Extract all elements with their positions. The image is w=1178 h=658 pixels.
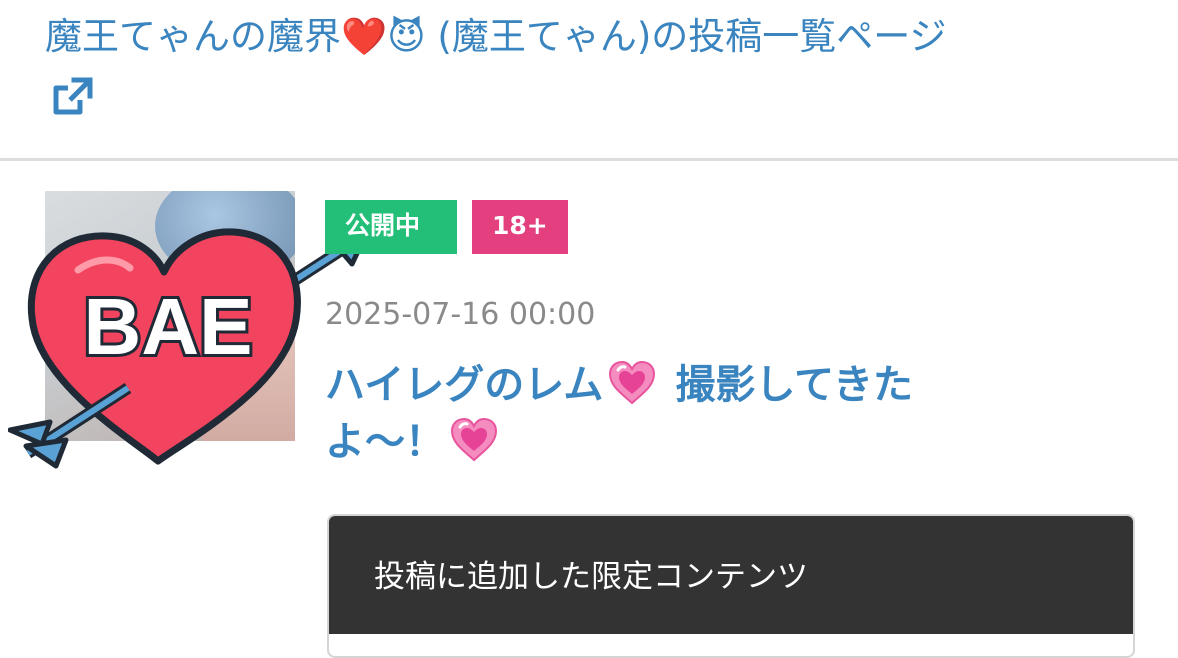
creator-posts-link[interactable]: 魔王てゃんの魔界❤️😈 (魔王てゃん)の投稿一覧ページ: [45, 12, 1135, 62]
public-status-badge: 公開中: [325, 200, 457, 254]
post-date: 2025-07-16 00:00: [325, 297, 596, 332]
page-header: 魔王てゃんの魔界❤️😈 (魔王てゃん)の投稿一覧ページ: [0, 0, 1178, 161]
bae-heart-sticker: BAE: [8, 223, 373, 469]
growing-heart-icon: [450, 417, 498, 462]
post-title-link[interactable]: ハイレグのレム 撮影してきたよ〜！: [325, 357, 1025, 471]
growing-heart-icon: [609, 360, 656, 405]
locked-content-box: 投稿に追加した限定コンテンツ: [327, 514, 1135, 658]
post-title-part-1: ハイレグのレム: [325, 362, 604, 408]
post-badges: 公開中 18+: [325, 200, 568, 254]
adult-badge: 18+: [472, 200, 568, 254]
locked-content-header: 投稿に追加した限定コンテンツ: [329, 516, 1133, 634]
external-link-icon[interactable]: [50, 76, 94, 120]
sticker-text: BAE: [84, 282, 253, 371]
